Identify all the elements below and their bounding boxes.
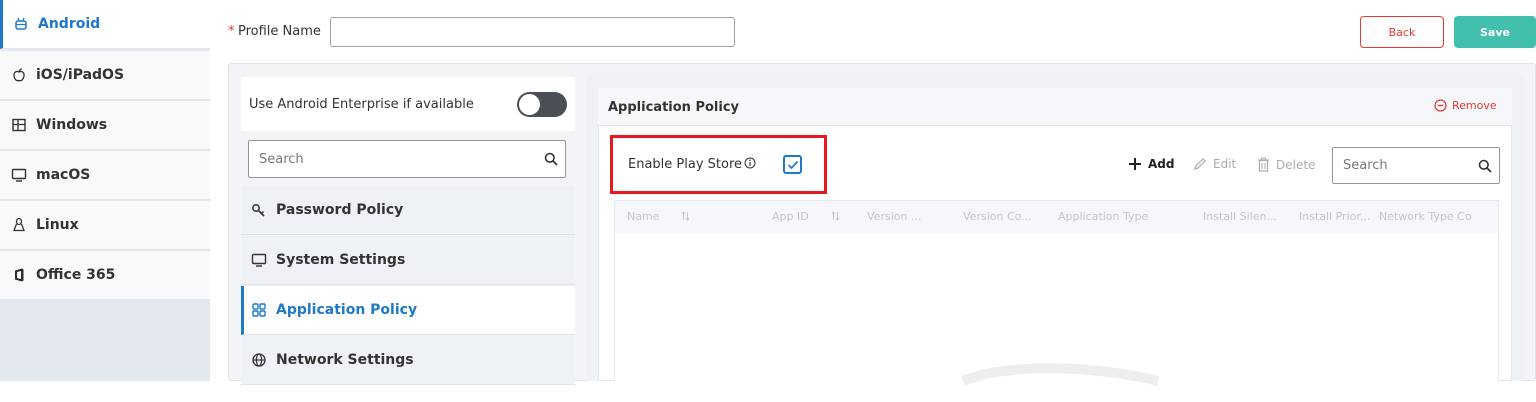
plus-icon [1128, 157, 1142, 171]
policy-item-label: Application Policy [276, 302, 418, 318]
monitor-icon [10, 166, 28, 184]
pencil-icon [1193, 157, 1207, 171]
globe-icon [250, 351, 268, 369]
empty-state-watermark [958, 362, 1163, 402]
checkmark-icon [787, 160, 799, 170]
search-icon [544, 152, 558, 166]
save-button[interactable]: Save [1454, 16, 1536, 48]
toggle-knob [519, 94, 540, 115]
add-label: Add [1148, 157, 1175, 171]
os-item-ios[interactable]: iOS/iPadOS [0, 51, 210, 100]
windows-icon [10, 116, 28, 134]
policy-item-label: Network Settings [276, 352, 414, 368]
linux-icon [10, 216, 28, 234]
column-header-install-priority[interactable]: Install Prior... [1299, 201, 1379, 231]
remove-link[interactable]: Remove [1434, 99, 1497, 112]
sort-icon [831, 211, 840, 221]
os-item-android[interactable]: Android [0, 0, 210, 49]
os-item-office365[interactable]: Office 365 [0, 251, 210, 300]
enterprise-toggle[interactable] [517, 92, 567, 117]
search-placeholder: Search [259, 151, 304, 167]
app-policy-title: Application Policy [608, 100, 739, 115]
policy-item-password[interactable]: Password Policy [241, 186, 575, 235]
os-item-label: iOS/iPadOS [36, 67, 125, 83]
column-header-network-type[interactable]: Network Type Co [1379, 201, 1497, 231]
os-item-macos[interactable]: macOS [0, 151, 210, 200]
column-header-version[interactable]: Version ... [867, 201, 955, 231]
sort-icon [681, 211, 690, 221]
enterprise-row: Use Android Enterprise if available [241, 77, 575, 131]
delete-button[interactable]: Delete [1257, 157, 1315, 172]
policy-item-label: Password Policy [276, 202, 404, 218]
os-item-linux[interactable]: Linux [0, 201, 210, 250]
back-button[interactable]: Back [1360, 16, 1444, 48]
profile-name-label: Profile Name [238, 24, 321, 39]
column-header-version-code[interactable]: Version Co... [963, 201, 1051, 231]
os-item-label: Windows [36, 117, 108, 133]
policy-item-network-settings[interactable]: Network Settings [241, 336, 575, 385]
table-header: Name App ID Version ... Version Co... Ap… [615, 201, 1498, 233]
enable-play-store-checkbox[interactable] [783, 155, 802, 174]
search-placeholder: Search [1343, 158, 1388, 173]
enterprise-label: Use Android Enterprise if available [249, 97, 474, 112]
app-search-input[interactable]: Search [1332, 147, 1500, 184]
policy-item-application-policy[interactable]: Application Policy [241, 286, 575, 335]
column-header-name[interactable]: Name [627, 201, 697, 231]
column-header-app-id[interactable]: App ID [772, 201, 852, 231]
apple-icon [10, 66, 28, 84]
edit-button[interactable]: Edit [1193, 157, 1236, 171]
info-icon[interactable] [744, 157, 756, 169]
os-item-label: macOS [36, 167, 91, 183]
os-sidebar: Android iOS/iPadOS Windows macOS Linux O… [0, 0, 210, 381]
policy-item-label: System Settings [276, 252, 406, 268]
edit-label: Edit [1213, 157, 1237, 171]
monitor-icon [250, 251, 268, 269]
add-button[interactable]: Add [1128, 157, 1174, 171]
android-icon [12, 15, 30, 33]
os-item-windows[interactable]: Windows [0, 101, 210, 150]
key-icon [250, 201, 268, 219]
column-header-install-silently[interactable]: Install Silen... [1203, 201, 1299, 231]
app-table: Name App ID Version ... Version Co... Ap… [614, 200, 1499, 381]
minus-circle-icon [1434, 99, 1447, 112]
os-item-label: Office 365 [36, 267, 116, 283]
trash-icon [1257, 157, 1270, 172]
policy-item-system-settings[interactable]: System Settings [241, 236, 575, 285]
os-item-label: Linux [36, 217, 79, 233]
column-header-application-type[interactable]: Application Type [1058, 201, 1186, 231]
os-item-label: Android [38, 16, 101, 32]
profile-name-input[interactable] [330, 17, 735, 47]
remove-label: Remove [1452, 99, 1497, 112]
search-icon [1478, 159, 1492, 173]
delete-label: Delete [1276, 157, 1316, 172]
required-mark: * [228, 24, 235, 39]
policy-search-input[interactable]: Search [248, 140, 566, 178]
enable-play-store-label: Enable Play Store [628, 157, 743, 172]
apps-grid-icon [250, 301, 268, 319]
office-icon [10, 266, 28, 284]
